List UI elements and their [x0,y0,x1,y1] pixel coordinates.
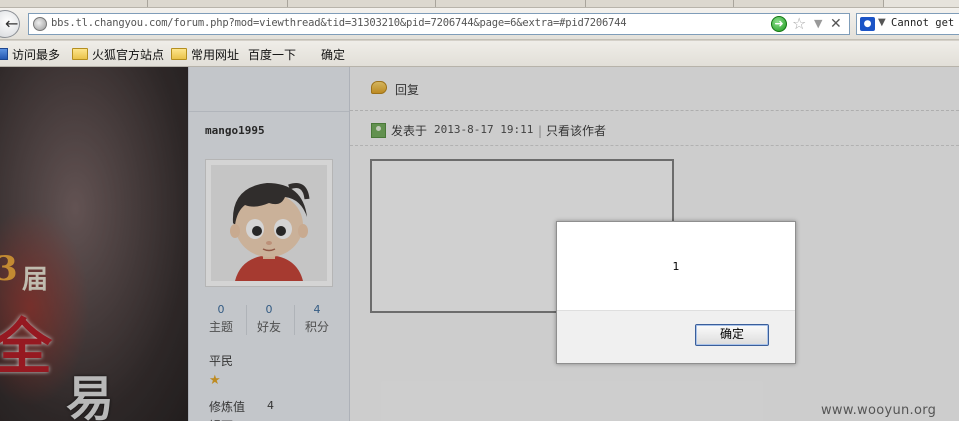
bookmark-common-sites[interactable]: 常用网址 [171,45,239,63]
folder-icon [72,48,88,60]
tab[interactable] [586,0,734,7]
url-bar[interactable]: bbs.tl.changyou.com/forum.php?mod=viewth… [28,13,850,35]
bookmark-label: 百度一下 [248,47,297,62]
tab[interactable] [734,0,884,7]
url-text[interactable]: bbs.tl.changyou.com/forum.php?mod=viewth… [51,17,627,29]
alert-dialog: 1 确定 [556,221,796,364]
bookmarks-toolbar: 访问最多 火狐官方站点 常用网址 百度一下 确定 [0,41,959,125]
folder-icon [171,48,187,60]
search-input[interactable]: Cannot get [891,17,954,29]
tab[interactable] [436,0,586,7]
tab[interactable] [0,0,148,7]
alert-message: 1 [672,260,680,273]
close-icon[interactable]: ✕ [830,16,842,32]
navigation-toolbar: ← bbs.tl.changyou.com/forum.php?mod=view… [0,8,959,40]
bookmark-confirm[interactable]: 确定 [321,45,346,125]
tab-strip [0,0,959,8]
bookmark-label: 常用网址 [191,47,240,62]
bookmark-label: 确定 [321,47,346,62]
bookmark-firefox-site[interactable]: 火狐官方站点 [72,45,164,63]
bookmark-star-icon[interactable]: ☆ [792,15,806,33]
ok-button[interactable]: 确定 [695,324,769,346]
tab[interactable] [148,0,288,7]
baidu-paw-icon[interactable]: ● [860,17,875,31]
modal-overlay [0,67,959,421]
search-engine-dropdown-icon[interactable]: ▼ [878,17,886,28]
site-globe-icon [33,17,47,31]
search-bar[interactable]: ● ▼ Cannot get [856,13,959,35]
bookmark-most-visited[interactable]: 访问最多 [0,45,60,63]
url-dropdown-icon[interactable]: ▼ [814,17,822,30]
most-visited-icon [0,48,8,60]
back-button[interactable]: ← [0,10,20,38]
bookmark-baidu[interactable]: 百度一下 [248,45,297,125]
tab[interactable] [288,0,436,7]
go-arrow-icon[interactable]: ➜ [771,16,787,32]
bookmark-label: 访问最多 [12,47,61,62]
bookmark-label: 火狐官方站点 [92,47,165,62]
back-arrow-icon: ← [5,14,19,33]
watermark: www.wooyun.org [821,403,937,418]
alert-footer: 确定 [557,310,795,363]
